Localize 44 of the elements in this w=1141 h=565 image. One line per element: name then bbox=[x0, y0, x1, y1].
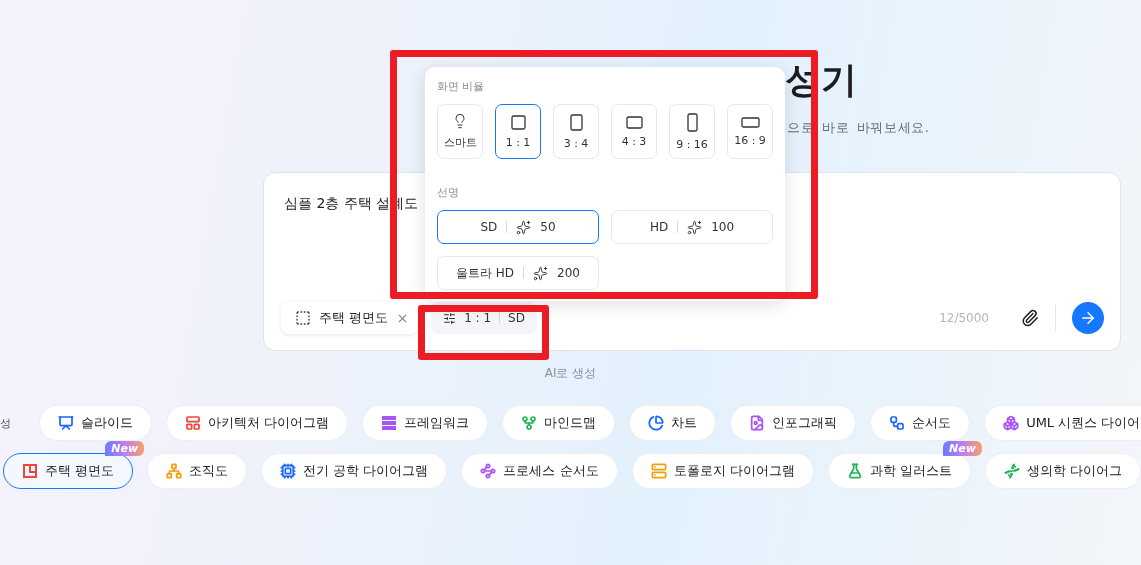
category-chip[interactable]: 차트 bbox=[629, 405, 717, 441]
category-chip[interactable]: 과학 일러스트 bbox=[827, 453, 971, 489]
template-tag[interactable]: 주택 평면도 bbox=[281, 302, 420, 334]
ratio-option[interactable]: 3 : 4 bbox=[553, 104, 599, 159]
category-chip[interactable]: 인포그래픽 bbox=[730, 405, 857, 441]
quality-option[interactable]: SD 50 bbox=[437, 210, 599, 244]
quality-option[interactable]: 울트라 HD 200 bbox=[437, 256, 599, 290]
category-chip[interactable]: 조직도 bbox=[147, 453, 248, 489]
arrow-icon bbox=[1079, 309, 1097, 327]
tag-label: 주택 평면도 bbox=[319, 309, 389, 327]
category-chip[interactable]: 순서도 bbox=[870, 405, 971, 441]
ratio-option[interactable]: 스마트 bbox=[437, 104, 483, 159]
character-counter: 12/5000 bbox=[939, 311, 989, 325]
category-chip[interactable]: 슬라이드 bbox=[39, 405, 152, 441]
category-chip[interactable]: 전기 공학 다이어그램 bbox=[261, 453, 448, 489]
caption: AI로 생성 bbox=[544, 366, 597, 380]
category-chip[interactable]: 주택 평면도 bbox=[3, 453, 134, 489]
lightbulb-icon bbox=[452, 113, 468, 129]
sparkle-icon bbox=[516, 219, 532, 235]
ratio-option[interactable]: 4 : 3 bbox=[611, 104, 657, 159]
rectangle-icon bbox=[569, 113, 583, 131]
sparkle-icon bbox=[687, 219, 703, 235]
rectangle-icon bbox=[625, 115, 643, 129]
rectangle-icon bbox=[686, 112, 698, 132]
rectangle-icon bbox=[510, 114, 526, 130]
sliders-icon bbox=[443, 311, 457, 325]
category-chip[interactable]: UML 시퀀스 다이어 bbox=[984, 405, 1141, 441]
category-chip[interactable]: 토폴로지 다이어그램 bbox=[631, 453, 814, 489]
attach-icon[interactable] bbox=[1021, 309, 1039, 327]
category-chip[interactable]: 생의학 다이어그 bbox=[984, 453, 1141, 489]
sparkle-icon bbox=[533, 265, 549, 281]
section-heading: 선명 bbox=[437, 186, 459, 199]
ratio-option[interactable]: 1 : 1 bbox=[495, 104, 541, 159]
category-label: 성 bbox=[0, 415, 11, 431]
category-chip[interactable]: 마인드맵 bbox=[502, 405, 616, 441]
send-button[interactable] bbox=[1072, 302, 1104, 334]
ratio-option[interactable]: 9 : 16 bbox=[669, 104, 715, 159]
ratio-option[interactable]: 16 : 9 bbox=[727, 104, 773, 159]
category-chip[interactable]: 프로세스 순서도 bbox=[461, 453, 618, 489]
category-chip[interactable]: 프레임워크 bbox=[362, 405, 489, 441]
rectangle-icon bbox=[740, 116, 760, 128]
section-heading: 화면 비율 bbox=[437, 80, 485, 93]
category-chip[interactable]: 아키텍처 다이어그램 bbox=[166, 405, 349, 441]
quality-option[interactable]: HD 100 bbox=[611, 210, 773, 244]
